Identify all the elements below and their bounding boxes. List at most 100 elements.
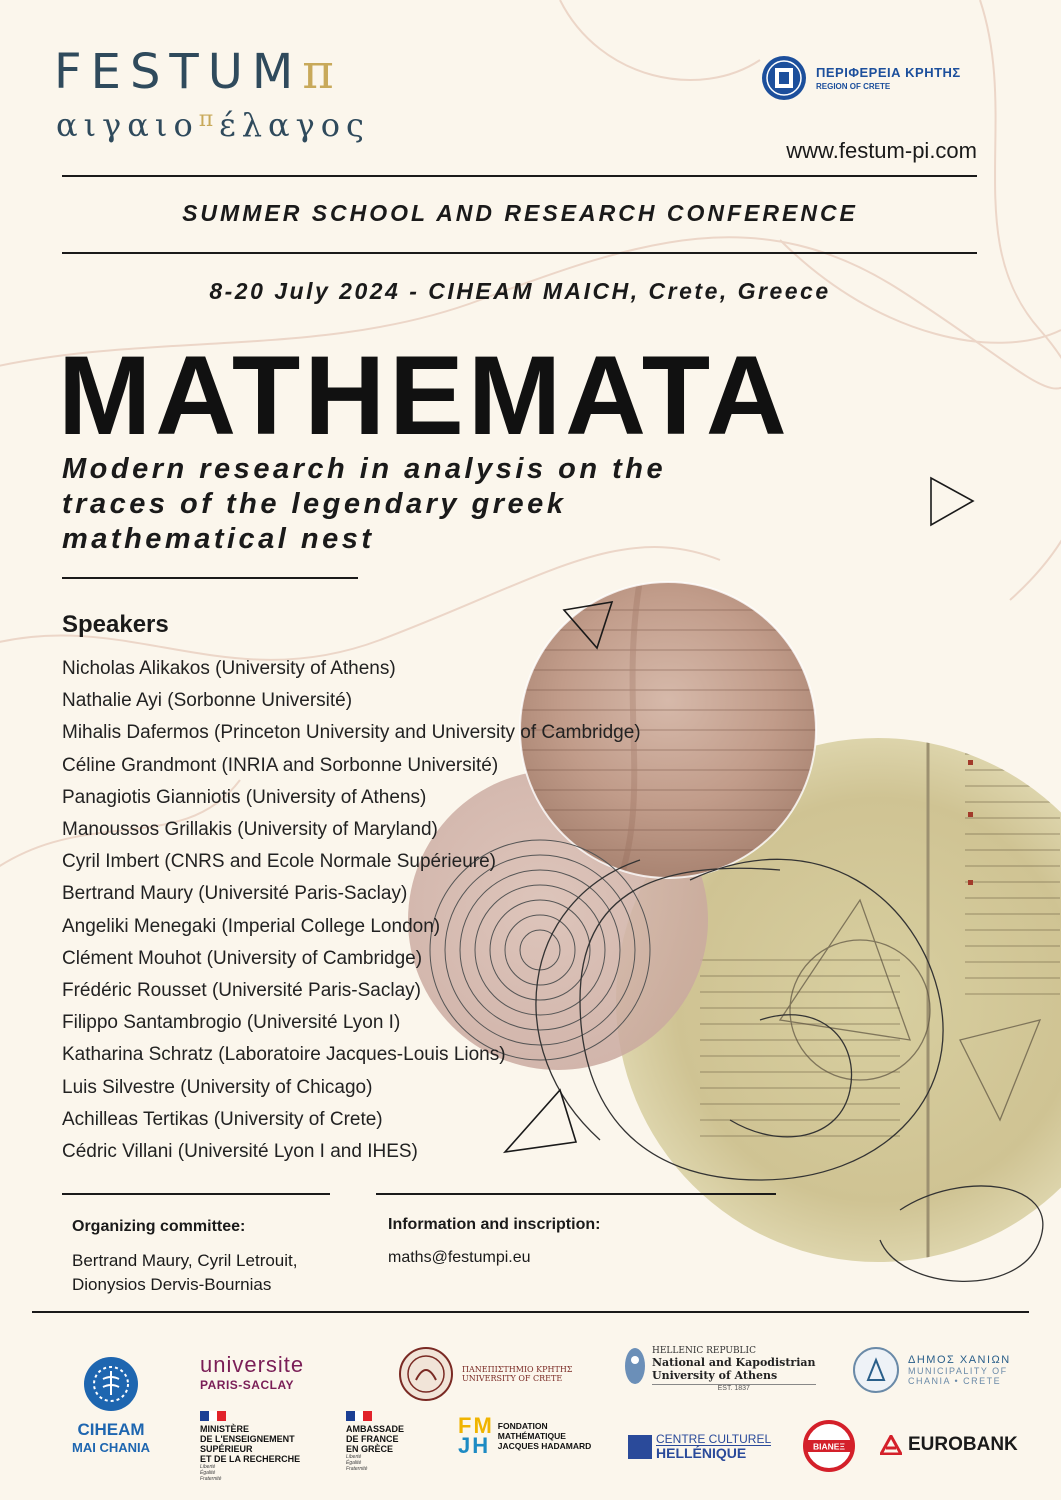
fmjh-line: MATHÉMATIQUE: [497, 1431, 566, 1441]
speaker-item: Frédéric Rousset (Université Paris-Sacla…: [62, 980, 421, 1002]
region-of-crete-logo: ΠΕΡΙΦΕΡΕΙΑ ΚΡΗΤΗΣ REGION OF CRETE: [760, 54, 961, 102]
republic-motto: Liberté Égalité Fraternité: [346, 1454, 404, 1472]
speaker-item: Manoussos Grillakis (University of Maryl…: [62, 819, 438, 841]
bianes-logo: BIANEΞ: [803, 1420, 855, 1477]
uoc-greek-name: ΠΑΝΕΠΙΣΤΗΜΙΟ ΚΡΗΤΗΣ: [462, 1365, 573, 1374]
event-dates-location: 8-20 July 2024 - CIHEAM MAICH, Crete, Gr…: [209, 278, 831, 304]
contact-email-link[interactable]: maths@festumpi.eu: [388, 1249, 531, 1267]
universite-paris-saclay-logo: universite PARIS-SACLAY: [200, 1352, 304, 1392]
speaker-item: Cédric Villani (Université Lyon I and IH…: [62, 1141, 418, 1163]
municipality-of-chania-logo: ΔΗΜΟΣ ΧΑΝΙΩΝ MUNICIPALITY OF CHANIA • CR…: [852, 1346, 1011, 1394]
website-link[interactable]: www.festum-pi.com: [786, 138, 977, 164]
cch-square-icon: [628, 1434, 652, 1459]
organizing-committee-names: Bertrand Maury, Cyril Letrouit, Dionysio…: [72, 1249, 297, 1297]
event-kind: SUMMER SCHOOL AND RESEARCH CONFERENCE: [182, 200, 858, 226]
nku-name-line2: University of Athens: [652, 1369, 778, 1382]
national-kapodistrian-university-logo: HELLENIC REPUBLIC National and Kapodistr…: [624, 1346, 816, 1392]
region-greek-name: ΠΕΡΙΦΕΡΕΙΑ ΚΡΗΤΗΣ: [816, 65, 961, 80]
eurobank-name: EUROBANK: [908, 1434, 1018, 1455]
festum-subtitle: αιγαιοπέλαγος: [56, 106, 370, 144]
page-title: MATHEMATA: [58, 333, 791, 458]
nku-established: EST. 1837: [652, 1384, 816, 1392]
speaker-item: Clément Mouhot (University of Cambridge): [62, 947, 423, 969]
divider: [32, 1311, 1029, 1313]
republic-motto: Liberté Égalité Fraternité: [200, 1464, 300, 1482]
ministere-enseignement-superieur-logo: MINISTÈRE DE L'ENSEIGNEMENT SUPÉRIEUR ET…: [200, 1411, 300, 1482]
ministere-line: ET DE LA RECHERCHE: [200, 1454, 301, 1464]
subtitle-line: Modern research in analysis on the: [62, 453, 667, 485]
bianes-text: BIANEΞ: [813, 1442, 845, 1452]
university-of-crete-logo: ΠΑΝΕΠΙΣΤΗΜΙΟ ΚΡΗΤΗΣ UNIVERSITY OF CRETE: [398, 1346, 572, 1402]
information-heading: Information and inscription:: [388, 1216, 601, 1233]
ambassade-de-france-logo: AMBASSADE DE FRANCE EN GRÈCE Liberté Éga…: [346, 1411, 404, 1472]
divider: [62, 1193, 330, 1195]
divider: [62, 175, 977, 177]
centre-culturel-hellenique-logo: CENTRE CULTUREL HELLÉNIQUE: [628, 1433, 772, 1461]
speakers-heading: Speakers: [62, 611, 169, 638]
chania-english-line1: MUNICIPALITY OF: [908, 1366, 1008, 1376]
ministere-line: MINISTÈRE: [200, 1424, 250, 1434]
speaker-item: Bertrand Maury (Université Paris-Saclay): [62, 883, 408, 905]
organizer-line: Bertrand Maury, Cyril Letrouit,: [72, 1251, 298, 1270]
speaker-item: Luis Silvestre (University of Chicago): [62, 1076, 373, 1098]
ciheam-subname: MAI CHANIA: [72, 1440, 150, 1455]
speaker-item: Achilleas Tertikas (University of Crete): [62, 1108, 383, 1130]
chania-emblem-icon: [853, 1347, 899, 1393]
divider: [376, 1193, 776, 1195]
speaker-item: Mihalis Dafermos (Princeton University a…: [62, 722, 641, 744]
ambassade-line: DE FRANCE: [346, 1434, 399, 1444]
festum-subtitle-part-a: αιγαιο: [56, 106, 199, 144]
fmjh-mark: FM JH: [458, 1415, 494, 1458]
speakers-list: Nicholas Alikakos (University of Athens)…: [62, 653, 641, 1168]
event-subtitle: Modern research in analysis on the trace…: [62, 452, 762, 557]
fondation-mathematique-jacques-hadamard-logo: FM JH FONDATION MATHÉMATIQUE JACQUES HAD…: [458, 1415, 592, 1458]
speaker-item: Nathalie Ayi (Sorbonne Université): [62, 690, 353, 712]
speaker-item: Cyril Imbert (CNRS and Ecole Normale Sup…: [62, 851, 496, 873]
speaker-item: Filippo Santambrogio (Université Lyon I): [62, 1012, 401, 1034]
fmjh-line: FONDATION: [497, 1421, 548, 1431]
speaker-item: Nicholas Alikakos (University of Athens): [62, 658, 396, 679]
subtitle-line: mathematical nest: [62, 523, 375, 555]
festum-subtitle-part-b: έλαγος: [219, 106, 370, 144]
subtitle-line: traces of the legendary greek: [62, 488, 567, 520]
ups-name: universite: [200, 1352, 305, 1377]
festum-pi-logo: FESTUMπ: [54, 44, 343, 100]
speaker-item: Céline Grandmont (INRIA and Sorbonne Uni…: [62, 754, 499, 776]
chania-greek-name: ΔΗΜΟΣ ΧΑΝΙΩΝ: [908, 1354, 1011, 1366]
university-of-crete-seal-icon: [399, 1347, 453, 1401]
chania-english-line2: CHANIA • CRETE: [908, 1376, 1002, 1386]
divider: [62, 577, 358, 579]
ministere-line: DE L'ENSEIGNEMENT: [200, 1434, 295, 1444]
region-english-name: REGION OF CRETE: [816, 82, 891, 91]
speaker-item: Katharina Schratz (Laboratoire Jacques-L…: [62, 1044, 506, 1066]
speaker-item: Panagiotis Gianniotis (University of Ath…: [62, 786, 427, 808]
organizer-line: Dionysios Dervis-Bournias: [72, 1275, 272, 1294]
region-seal-icon: [762, 56, 806, 100]
motto-line: Fraternité: [200, 1476, 222, 1482]
french-flag-icon: [346, 1411, 373, 1421]
divider: [62, 252, 977, 254]
festum-pi-symbol: π: [302, 44, 343, 100]
organizing-committee-heading: Organizing committee:: [72, 1218, 246, 1235]
motto-line: Fraternité: [346, 1466, 368, 1472]
french-flag-icon: [200, 1411, 227, 1421]
cch-line2: HELLÉNIQUE: [656, 1445, 747, 1461]
bianes-emblem-icon: BIANEΞ: [803, 1420, 855, 1472]
ambassade-line: AMBASSADE: [346, 1424, 405, 1434]
fmjh-line: JACQUES HADAMARD: [497, 1441, 592, 1451]
ciheam-logo: CIHEAM MAI CHANIA: [66, 1355, 156, 1455]
ministere-line: SUPÉRIEUR: [200, 1444, 253, 1454]
nku-hellenic-republic: HELLENIC REPUBLIC: [652, 1346, 756, 1356]
ups-subname: PARIS-SACLAY: [200, 1378, 295, 1392]
athena-emblem-icon: [625, 1348, 645, 1384]
ambassade-line: EN GRÈCE: [346, 1444, 394, 1454]
ciheam-emblem-icon: [84, 1357, 138, 1411]
eurobank-mark-icon: [880, 1435, 902, 1455]
uoc-english-name: UNIVERSITY OF CRETE: [462, 1374, 563, 1383]
nku-name-line1: National and Kapodistrian: [652, 1356, 816, 1369]
festum-subtitle-pi: π: [198, 107, 220, 132]
speaker-item: Angeliki Menegaki (Imperial College Lond…: [62, 915, 441, 937]
festum-title-text: FESTUM: [54, 44, 303, 100]
ciheam-name: CIHEAM: [77, 1420, 145, 1439]
fmjh-mark-bottom: JH: [458, 1433, 491, 1458]
